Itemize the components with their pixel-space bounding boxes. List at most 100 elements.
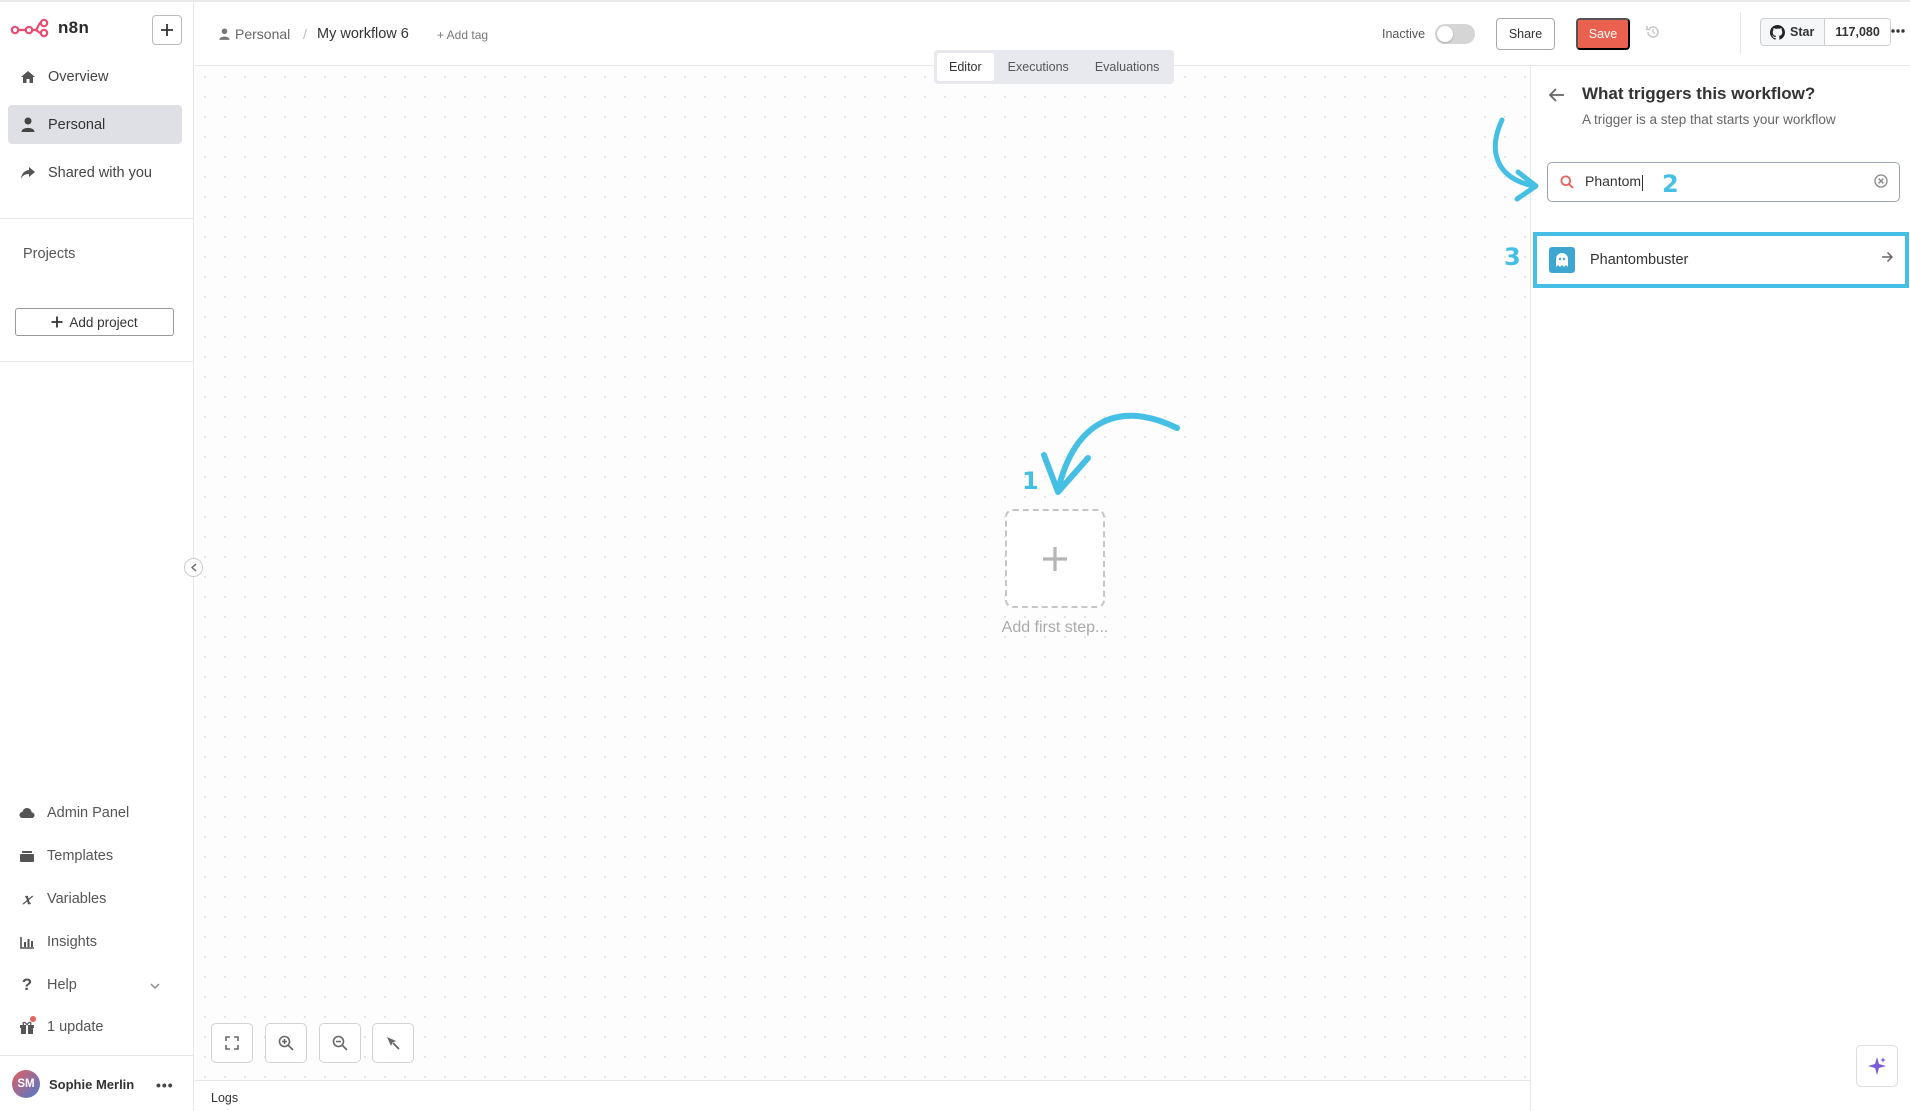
zoom-in-icon bbox=[278, 1035, 294, 1051]
update-dot bbox=[30, 1016, 36, 1022]
sparkle-icon bbox=[1868, 1057, 1886, 1075]
user-name: Sophie Merlin bbox=[49, 1076, 135, 1092]
workflow-title[interactable]: My workflow 6 bbox=[317, 26, 409, 42]
sidebar-item-label: 1 update bbox=[47, 1019, 104, 1035]
annotation-number-2: 2 bbox=[1662, 170, 1679, 198]
sidebar-divider bbox=[0, 218, 194, 219]
create-new-button[interactable] bbox=[152, 15, 182, 45]
sidebar-item-shared[interactable]: Shared with you bbox=[8, 153, 182, 192]
panel-subtitle: A trigger is a step that starts your wor… bbox=[1582, 112, 1836, 127]
active-toggle[interactable] bbox=[1435, 24, 1475, 44]
sidebar-item-admin-panel[interactable]: Admin Panel bbox=[18, 804, 129, 822]
sidebar-item-label: Templates bbox=[47, 848, 114, 864]
node-creator-panel: What triggers this workflow? A trigger i… bbox=[1530, 67, 1910, 1111]
sidebar-item-help[interactable]: ? Help bbox=[18, 975, 77, 994]
plus-icon bbox=[1043, 546, 1067, 571]
add-first-step-label: Add first step... bbox=[1001, 619, 1109, 636]
n8n-logo[interactable]: n8n bbox=[10, 18, 89, 38]
share-icon bbox=[19, 164, 37, 182]
sidebar-item-label: Admin Panel bbox=[47, 805, 130, 821]
search-value: Phantom bbox=[1585, 173, 1644, 191]
user-menu[interactable]: SM Sophie Merlin bbox=[12, 1070, 134, 1098]
templates-icon bbox=[18, 847, 36, 865]
workflow-status-label: Inactive bbox=[1382, 27, 1426, 41]
wand-icon bbox=[387, 1037, 400, 1050]
chevron-down-icon[interactable] bbox=[150, 976, 160, 994]
tab-evaluations[interactable]: Evaluations bbox=[1083, 53, 1172, 81]
zoom-out-button[interactable] bbox=[319, 1023, 361, 1063]
n8n-logo-icon bbox=[10, 18, 49, 38]
sidebar: n8n Overview Personal Shared with you Pr… bbox=[0, 0, 194, 1111]
variables-icon: 𝑥 bbox=[22, 890, 32, 908]
phantombuster-icon bbox=[1549, 247, 1575, 273]
sidebar-item-variables[interactable]: 𝑥 Variables bbox=[18, 890, 107, 908]
breadcrumb-project-label: Personal bbox=[235, 26, 291, 42]
help-icon: ? bbox=[21, 975, 33, 994]
sidebar-item-label: Variables bbox=[47, 891, 107, 907]
add-project-button[interactable]: Add project bbox=[15, 308, 174, 336]
github-star[interactable]: Star bbox=[1761, 19, 1826, 45]
chevron-left-icon bbox=[190, 563, 196, 572]
workflow-canvas[interactable] bbox=[195, 67, 1530, 1080]
breadcrumb-project[interactable]: Personal bbox=[219, 26, 290, 42]
panel-title: What triggers this workflow? bbox=[1582, 84, 1816, 103]
insights-icon bbox=[18, 933, 36, 951]
github-star-button[interactable]: Star 117,080 bbox=[1760, 18, 1891, 46]
annotation-number-1: 1 bbox=[1022, 467, 1039, 495]
sidebar-item-label: Insights bbox=[47, 934, 97, 950]
fit-view-button[interactable] bbox=[211, 1023, 253, 1063]
sidebar-item-overview[interactable]: Overview bbox=[8, 57, 182, 96]
back-arrow-icon[interactable] bbox=[1548, 88, 1565, 107]
projects-heading: Projects bbox=[23, 246, 76, 262]
breadcrumb-separator: / bbox=[303, 26, 307, 42]
top-border bbox=[0, 0, 1910, 2]
github-icon bbox=[1770, 24, 1785, 40]
share-button[interactable]: Share bbox=[1496, 18, 1555, 50]
toggle-knob bbox=[1437, 26, 1453, 42]
github-star-label: Star bbox=[1790, 25, 1815, 39]
add-project-label: Add project bbox=[69, 314, 138, 330]
plus-icon bbox=[161, 24, 173, 36]
add-tag-link[interactable]: + Add tag bbox=[437, 28, 488, 42]
collapse-sidebar-button[interactable] bbox=[184, 558, 203, 577]
sidebar-item-label: Help bbox=[47, 977, 77, 993]
node-search-input[interactable]: Phantom bbox=[1547, 162, 1900, 202]
clear-search-icon[interactable] bbox=[1874, 174, 1888, 188]
sidebar-item-templates[interactable]: Templates bbox=[18, 847, 113, 865]
user-more-icon[interactable]: ••• bbox=[156, 1077, 174, 1093]
result-name: Phantombuster bbox=[1590, 252, 1689, 268]
user-icon bbox=[19, 116, 37, 134]
ai-assistant-button[interactable] bbox=[1856, 1045, 1898, 1087]
github-star-count[interactable]: 117,080 bbox=[1825, 19, 1890, 45]
home-icon bbox=[19, 68, 37, 86]
annotation-number-3: 3 bbox=[1504, 243, 1521, 271]
tab-executions[interactable]: Executions bbox=[996, 53, 1081, 81]
search-result-item[interactable]: Phantombuster bbox=[1533, 232, 1909, 288]
history-icon[interactable] bbox=[1645, 24, 1661, 45]
sidebar-divider bbox=[0, 1055, 194, 1056]
sidebar-item-personal[interactable]: Personal bbox=[8, 105, 182, 144]
zoom-in-button[interactable] bbox=[265, 1023, 307, 1063]
sidebar-item-insights[interactable]: Insights bbox=[18, 933, 97, 951]
logs-bar[interactable]: Logs bbox=[195, 1080, 1530, 1111]
tidy-up-button[interactable] bbox=[372, 1023, 414, 1063]
view-tabs: Editor Executions Evaluations bbox=[934, 50, 1175, 84]
logs-label: Logs bbox=[211, 1091, 239, 1105]
sidebar-item-label: Overview bbox=[48, 68, 109, 85]
user-icon bbox=[219, 28, 230, 40]
avatar: SM bbox=[12, 1070, 40, 1098]
tab-editor[interactable]: Editor bbox=[937, 53, 994, 81]
zoom-out-icon bbox=[332, 1035, 348, 1051]
cloud-icon bbox=[18, 804, 36, 822]
header-divider bbox=[1740, 12, 1741, 54]
more-options-icon[interactable] bbox=[1891, 24, 1905, 43]
text-caret bbox=[1642, 174, 1644, 191]
add-first-step-button[interactable] bbox=[1005, 509, 1105, 608]
sidebar-item-updates[interactable]: 1 update bbox=[18, 1016, 104, 1036]
save-button[interactable]: Save bbox=[1576, 18, 1630, 50]
fit-view-icon bbox=[225, 1036, 239, 1050]
sidebar-item-label: Personal bbox=[48, 116, 106, 133]
search-text: Phantom bbox=[1585, 173, 1642, 190]
sidebar-divider bbox=[0, 361, 194, 362]
gift-icon bbox=[18, 1016, 36, 1036]
